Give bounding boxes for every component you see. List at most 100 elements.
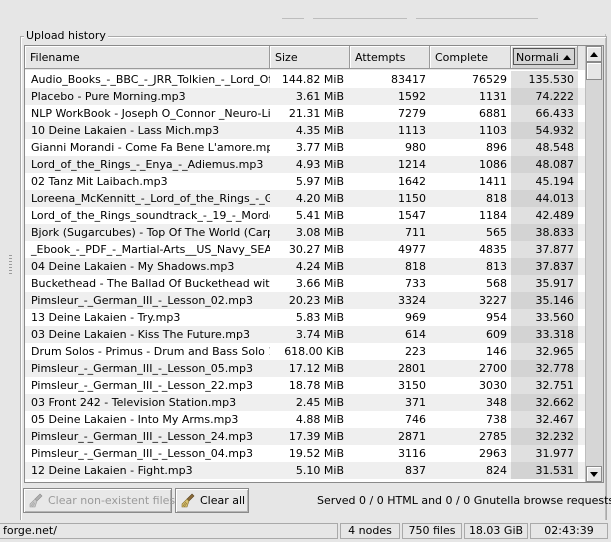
- table-row[interactable]: 02 Tanz Mit Laibach.mp3 5.97 MiB 1642 1411 4…: [25, 173, 585, 190]
- cell-complete: 3227: [479, 294, 507, 307]
- cell-complete: 738: [486, 413, 507, 426]
- status-bar: forge.net/ 4 nodes 750 files 18.03 GiB 0…: [0, 520, 611, 542]
- table-row[interactable]: 10 Deine Lakaien - Lass Mich.mp3 4.35 MiB…: [25, 122, 585, 139]
- table-row[interactable]: Loreena_McKennitt_-_Lord_of_the_Rings_-_…: [25, 190, 585, 207]
- cell-complete: 1103: [479, 124, 507, 137]
- cell-complete: 1411: [479, 175, 507, 188]
- table-row[interactable]: 12 Deine Lakaien - Fight.mp3 5.10 MiB 837 8…: [25, 462, 585, 479]
- cell-normalized: 54.932: [511, 122, 578, 139]
- cell-normalized: 32.662: [511, 394, 578, 411]
- cell-complete: 1086: [479, 158, 507, 171]
- table-header: Filename Size Attempts Complete Normali: [25, 46, 585, 70]
- cell-normalized: 31.977: [511, 445, 578, 462]
- cell-normalized: 38.833: [511, 224, 578, 241]
- cell-normalized: 42.489: [511, 207, 578, 224]
- cell-size: 21.31 MiB: [288, 107, 344, 120]
- cell-filename: 03 Deine Lakaien - Kiss The Future.mp3: [31, 328, 250, 341]
- table-row[interactable]: Buckethead - The Ballad Of Buckethead wi…: [25, 275, 585, 292]
- cell-complete: 565: [486, 226, 507, 239]
- vertical-scrollbar[interactable]: [585, 46, 603, 482]
- table-row[interactable]: Pimsleur_-_German_III_-_Lesson_04.mp3 19.…: [25, 445, 585, 462]
- column-header-normalized[interactable]: Normali: [511, 46, 578, 69]
- cell-size: 5.83 MiB: [295, 311, 344, 324]
- cell-size: 4.35 MiB: [295, 124, 344, 137]
- cell-size: 2.45 MiB: [295, 396, 344, 409]
- cell-attempts: 980: [405, 141, 426, 154]
- table-row[interactable]: 05 Deine Lakaien - Into My Arms.mp3 4.88 …: [25, 411, 585, 428]
- table-row[interactable]: 03 Deine Lakaien - Kiss The Future.mp3 3.…: [25, 326, 585, 343]
- cell-filename: Placebo - Pure Morning.mp3: [31, 90, 186, 103]
- cell-normalized: 74.222: [511, 88, 578, 105]
- cell-attempts: 3150: [398, 379, 426, 392]
- cell-complete: 4835: [479, 243, 507, 256]
- table-row[interactable]: NLP WorkBook - Joseph O_Connor _Neuro-Li…: [25, 105, 585, 122]
- cell-filename: 05 Deine Lakaien - Into My Arms.mp3: [31, 413, 239, 426]
- clear-nonexistent-files-label: Clear non-existent files: [48, 494, 176, 507]
- table-row[interactable]: 13 Deine Lakaien - Try.mp3 5.83 MiB 969 954…: [25, 309, 585, 326]
- table-row[interactable]: Pimsleur_-_German_III_-_Lesson_22.mp3 18.…: [25, 377, 585, 394]
- table-row[interactable]: Pimsleur_-_German_III_-_Lesson_02.mp3 20.…: [25, 292, 585, 309]
- status-files: 750 files: [402, 523, 462, 539]
- clear-all-button[interactable]: Clear all: [175, 488, 249, 513]
- column-header-complete[interactable]: Complete: [430, 46, 511, 69]
- table-row[interactable]: 04 Deine Lakaien - My Shadows.mp3 4.24 Mi…: [25, 258, 585, 275]
- cell-complete: 1131: [479, 90, 507, 103]
- cell-normalized: 37.837: [511, 258, 578, 275]
- cell-filename: NLP WorkBook - Joseph O_Connor _Neuro-Li…: [31, 107, 270, 120]
- scrollbar-thumb[interactable]: [586, 62, 602, 80]
- cell-filename: _Ebook_-_PDF_-_Martial-Arts__US_Navy_SEA…: [31, 243, 270, 256]
- clear-all-label: Clear all: [200, 494, 246, 507]
- column-header-attempts[interactable]: Attempts: [350, 46, 430, 69]
- cell-attempts: 1547: [398, 209, 426, 222]
- cell-size: 17.39 MiB: [288, 430, 344, 443]
- cell-filename: Gianni Morandi - Come Fa Bene L'amore.mp: [31, 141, 270, 154]
- cell-normalized: 32.467: [511, 411, 578, 428]
- table-row[interactable]: Audio_Books_-_BBC_-_JRR_Tolkien_-_Lord_O…: [25, 71, 585, 88]
- cell-size: 5.41 MiB: [295, 209, 344, 222]
- cell-size: 3.66 MiB: [295, 277, 344, 290]
- cell-attempts: 733: [405, 277, 426, 290]
- cell-complete: 2700: [479, 362, 507, 375]
- cell-attempts: 746: [405, 413, 426, 426]
- column-header-normalized-label: Normali: [516, 51, 559, 64]
- table-row[interactable]: _Ebook_-_PDF_-_Martial-Arts__US_Navy_SEA…: [25, 241, 585, 258]
- table-row[interactable]: Pimsleur_-_German_III_-_Lesson_24.mp3 17.…: [25, 428, 585, 445]
- sort-ascending-icon: [563, 55, 571, 60]
- cell-complete: 348: [486, 396, 507, 409]
- cell-attempts: 83417: [391, 73, 426, 86]
- cell-normalized: 44.013: [511, 190, 578, 207]
- table-row[interactable]: Pimsleur_-_German_III_-_Lesson_05.mp3 17.…: [25, 360, 585, 377]
- cell-normalized: 32.778: [511, 360, 578, 377]
- scroll-up-button[interactable]: [586, 46, 602, 62]
- broom-icon: [181, 493, 195, 508]
- table-row[interactable]: 03 Front 242 - Television Station.mp3 2.4…: [25, 394, 585, 411]
- cell-complete: 818: [486, 192, 507, 205]
- table-row[interactable]: Gianni Morandi - Come Fa Bene L'amore.mp…: [25, 139, 585, 156]
- cell-attempts: 2801: [398, 362, 426, 375]
- cell-attempts: 1150: [398, 192, 426, 205]
- toolbar-divider: [313, 6, 407, 19]
- cell-complete: 896: [486, 141, 507, 154]
- cell-normalized: 37.877: [511, 241, 578, 258]
- table-row[interactable]: Placebo - Pure Morning.mp3 3.61 MiB 1592 11…: [25, 88, 585, 105]
- cell-filename: Lord_of_the_Rings_soundtrack_-_19_-_Mord…: [31, 209, 270, 222]
- cell-complete: 2785: [479, 430, 507, 443]
- toolbar-divider: [282, 6, 304, 19]
- table-row[interactable]: Drum Solos - Primus - Drum and Bass Solo…: [25, 343, 585, 360]
- column-header-size[interactable]: Size: [270, 46, 350, 69]
- cell-normalized: 48.548: [511, 139, 578, 156]
- table-row[interactable]: Lord_of_the_Rings_-_Enya_-_Adiemus.mp3 4.…: [25, 156, 585, 173]
- column-header-filename[interactable]: Filename: [25, 46, 270, 69]
- pane-resize-handle[interactable]: [9, 255, 12, 275]
- cell-filename: Pimsleur_-_German_III_-_Lesson_22.mp3: [31, 379, 253, 392]
- cell-size: 17.12 MiB: [288, 362, 344, 375]
- cell-normalized: 45.194: [511, 173, 578, 190]
- table-row[interactable]: Bjork (Sugarcubes) - Top Of The World (C…: [25, 224, 585, 241]
- table-row[interactable]: Lord_of_the_Rings_soundtrack_-_19_-_Mord…: [25, 207, 585, 224]
- status-time: 02:43:39: [530, 523, 608, 539]
- cell-normalized: 35.146: [511, 292, 578, 309]
- cell-size: 30.27 MiB: [288, 243, 344, 256]
- scroll-down-button[interactable]: [586, 466, 602, 482]
- cell-attempts: 4977: [398, 243, 426, 256]
- clear-nonexistent-files-button[interactable]: Clear non-existent files: [23, 488, 176, 513]
